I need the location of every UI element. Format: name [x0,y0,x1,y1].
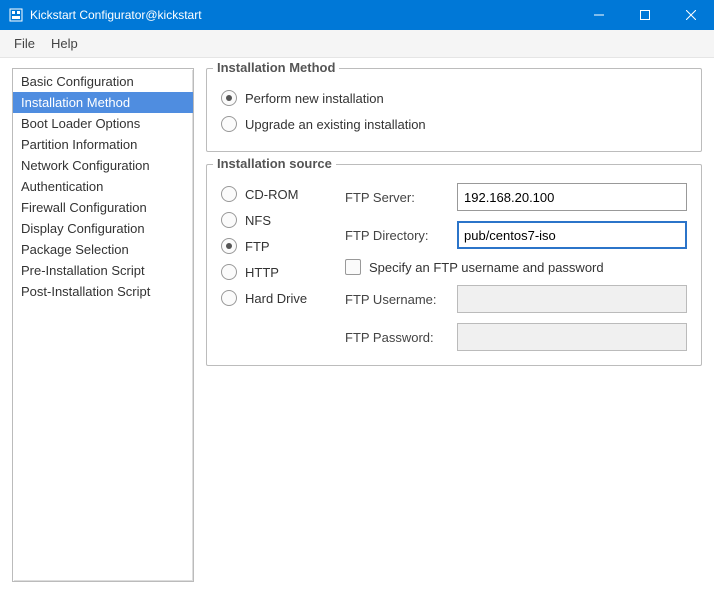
main-content: Installation Method Perform new installa… [206,68,702,582]
app-icon [8,7,24,23]
ftp-directory-input[interactable] [457,221,687,249]
radio-http[interactable]: HTTP [221,259,329,285]
group-installation-source: Installation source CD-ROM NFS FTP [206,164,702,366]
ftp-credentials-checkbox[interactable]: Specify an FTP username and password [345,259,687,275]
checkbox-icon [345,259,361,275]
radio-icon [221,186,237,202]
maximize-icon [640,10,650,20]
radio-cd-rom[interactable]: CD-ROM [221,181,329,207]
sidebar-item-basic-configuration[interactable]: Basic Configuration [13,71,193,92]
sidebar-item-authentication[interactable]: Authentication [13,176,193,197]
sidebar-item-partition-information[interactable]: Partition Information [13,134,193,155]
close-icon [686,10,696,20]
sidebar-item-network-configuration[interactable]: Network Configuration [13,155,193,176]
radio-hard-drive[interactable]: Hard Drive [221,285,329,311]
group-method-legend: Installation Method [213,60,339,75]
sidebar-item-boot-loader-options[interactable]: Boot Loader Options [13,113,193,134]
source-form-column: FTP Server: FTP Directory: Specify an FT… [345,181,687,351]
ftp-username-label: FTP Username: [345,292,447,307]
radio-label: CD-ROM [245,187,298,202]
sidebar-item-firewall-configuration[interactable]: Firewall Configuration [13,197,193,218]
ftp-server-input[interactable] [457,183,687,211]
ftp-password-label: FTP Password: [345,330,447,345]
minimize-icon [594,10,604,20]
source-radio-column: CD-ROM NFS FTP HTTP [221,181,329,351]
group-installation-method: Installation Method Perform new installa… [206,68,702,152]
radio-icon [221,290,237,306]
menu-help[interactable]: Help [43,32,86,55]
menubar: File Help [0,30,714,58]
radio-icon [221,116,237,132]
checkbox-label: Specify an FTP username and password [369,260,604,275]
ftp-server-label: FTP Server: [345,190,447,205]
radio-icon [221,238,237,254]
close-button[interactable] [668,0,714,30]
radio-label: FTP [245,239,270,254]
sidebar-item-pre-installation-script[interactable]: Pre-Installation Script [13,260,193,281]
titlebar: Kickstart Configurator@kickstart [0,0,714,30]
sidebar: Basic Configuration Installation Method … [12,68,194,582]
radio-icon [221,264,237,280]
maximize-button[interactable] [622,0,668,30]
ftp-username-input [457,285,687,313]
radio-label: NFS [245,213,271,228]
group-source-legend: Installation source [213,156,336,171]
menu-file[interactable]: File [6,32,43,55]
sidebar-item-installation-method[interactable]: Installation Method [13,92,193,113]
radio-label: HTTP [245,265,279,280]
sidebar-item-package-selection[interactable]: Package Selection [13,239,193,260]
client-area: Basic Configuration Installation Method … [0,58,714,592]
radio-nfs[interactable]: NFS [221,207,329,233]
sidebar-item-post-installation-script[interactable]: Post-Installation Script [13,281,193,302]
ftp-password-input [457,323,687,351]
ftp-directory-label: FTP Directory: [345,228,447,243]
minimize-button[interactable] [576,0,622,30]
radio-perform-new-installation[interactable]: Perform new installation [221,85,687,111]
sidebar-item-display-configuration[interactable]: Display Configuration [13,218,193,239]
radio-label: Hard Drive [245,291,307,306]
radio-icon [221,90,237,106]
radio-label: Perform new installation [245,91,384,106]
radio-icon [221,212,237,228]
radio-upgrade-existing-installation[interactable]: Upgrade an existing installation [221,111,687,137]
radio-label: Upgrade an existing installation [245,117,426,132]
window-title: Kickstart Configurator@kickstart [30,8,576,22]
radio-ftp[interactable]: FTP [221,233,329,259]
